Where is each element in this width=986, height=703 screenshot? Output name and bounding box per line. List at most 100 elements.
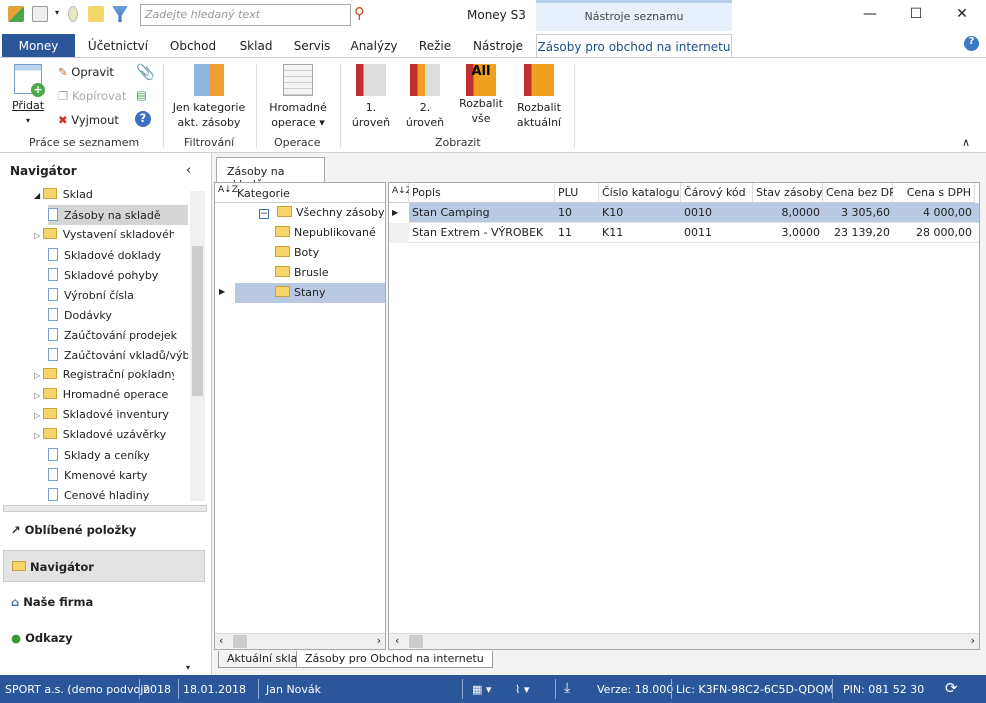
document-icon — [48, 488, 58, 501]
collapse-nav-icon[interactable]: ‹ — [186, 163, 191, 178]
tab-zasoby-na-sklade[interactable]: Zásoby na skladě — [216, 157, 325, 191]
tree-item-label: Zaúčtování prodejek — [64, 329, 178, 342]
tree-item-sklad[interactable]: ◢ Sklad — [34, 185, 174, 205]
tab-ucetnictvi[interactable]: Účetnictví — [82, 34, 154, 58]
tree-item[interactable]: Skladové doklady — [48, 245, 188, 265]
nav-odkazy[interactable]: ● Odkazy — [3, 622, 205, 654]
bulb-icon[interactable] — [68, 6, 78, 22]
tree-item[interactable]: Zásoby na skladě — [48, 205, 188, 225]
grid-hscroll[interactable]: ‹ › — [389, 633, 979, 649]
expand-icon[interactable]: ▷ — [34, 231, 43, 240]
tree-item[interactable]: ▷ Registrační pokladny — [34, 365, 174, 385]
navigator-scrollbar[interactable] — [190, 191, 205, 501]
sort-icon[interactable]: A↓Z — [218, 185, 238, 195]
tree-item[interactable]: Výrobní čísla — [48, 285, 188, 305]
category-item[interactable]: Nepublikované — [275, 223, 376, 243]
filter-icon[interactable] — [112, 6, 128, 22]
help-ribbon-icon[interactable]: ? — [135, 111, 151, 127]
tab-obchod[interactable]: Obchod — [162, 34, 224, 58]
column-header[interactable]: Cena s DPH — [893, 183, 975, 203]
table-row[interactable]: ▶ Stan Camping 10 K10 0010 8,0000 3 305,60 4 00… — [389, 203, 979, 223]
tab-analyzy[interactable]: Analýzy — [344, 34, 404, 58]
collapse-ribbon-icon[interactable]: ∧ — [962, 136, 970, 149]
label-line: akt. zásoby — [177, 116, 241, 129]
expand-icon[interactable]: ▷ — [34, 431, 43, 440]
tree-item[interactable]: ▷ Skladové uzávěrky — [34, 425, 174, 445]
maximize-button[interactable]: ☐ — [901, 6, 931, 22]
calendar-icon[interactable]: ▦ ▾ — [472, 683, 491, 696]
rss-icon[interactable]: ⌇ ▾ — [515, 683, 529, 696]
column-header[interactable]: PLU — [555, 183, 599, 203]
dropdown-icon[interactable]: ▾ — [55, 8, 59, 17]
folder-icon — [42, 428, 57, 439]
tab-servis[interactable]: Servis — [288, 34, 336, 58]
column-header[interactable]: Čárový kód — [681, 183, 753, 203]
app-logo-icon[interactable] — [8, 6, 24, 22]
nav-navigator[interactable]: Navigátor — [3, 550, 205, 582]
expand-icon[interactable]: ▷ — [34, 371, 43, 380]
document-icon — [48, 248, 58, 261]
folder-icon — [12, 561, 26, 571]
expand-icon[interactable]: ▷ — [34, 391, 43, 400]
tree-item[interactable]: ▷ Skladové inventury — [34, 405, 174, 425]
folder-icon — [42, 228, 57, 239]
tab-sklad[interactable]: Sklad — [232, 34, 280, 58]
tab-zasoby-internet-bottom[interactable]: Zásoby pro Obchod na internetu — [296, 651, 493, 668]
tree-item[interactable]: Cenové hladiny — [48, 485, 188, 505]
column-header[interactable]: Popis — [409, 183, 555, 203]
table-row[interactable]: Stan Extrem - VÝROBEK 11 K11 0011 3,0000 23 1… — [389, 223, 979, 243]
pridat-button[interactable]: + Přidat ▾ — [8, 64, 48, 128]
uroven-2-button[interactable]: 2. úroveň — [402, 64, 448, 130]
cut-icon: ✖ — [58, 113, 68, 127]
collapse-icon[interactable]: − — [259, 209, 269, 219]
column-header[interactable]: Stav zásoby — [753, 183, 823, 203]
expand-icon[interactable]: ▷ — [34, 411, 43, 420]
row-indicator[interactable] — [389, 223, 409, 243]
nav-nase-firma[interactable]: ⌂ Naše firma — [3, 586, 205, 618]
help-icon[interactable]: ? — [964, 36, 979, 51]
tab-zasoby-internet[interactable]: Zásoby pro obchod na internetu — [536, 34, 732, 58]
hromadne-operace-button[interactable]: Hromadné operace ▾ — [262, 64, 334, 130]
refresh-icon[interactable]: ⟳ — [945, 679, 958, 697]
category-item[interactable]: Stany ▶ — [219, 283, 385, 303]
nav-oblibene[interactable]: ↗ Oblíbené položky — [3, 514, 205, 546]
close-button[interactable]: ✕ — [947, 6, 977, 22]
tree-item[interactable]: Skladové pohyby — [48, 265, 188, 285]
row-indicator[interactable]: ▶ — [389, 203, 409, 223]
jen-kategorie-button[interactable]: Jen kategorie akt. zásoby — [168, 64, 250, 130]
sort-icon[interactable]: A↓Z — [389, 183, 412, 203]
attach-icon[interactable]: 📎 — [136, 63, 155, 81]
tree-item[interactable]: Sklady a ceníky — [48, 445, 188, 465]
category-item[interactable]: Boty — [275, 243, 319, 263]
search-input[interactable]: Zadejte hledaný text — [140, 4, 351, 26]
category-hscroll[interactable]: ‹ › — [215, 633, 385, 649]
category-item[interactable]: − Všechny zásoby — [259, 203, 385, 223]
column-header[interactable]: Cena bez DPH — [823, 183, 904, 203]
export-icon[interactable]: ▤ — [136, 88, 147, 102]
splitter[interactable] — [3, 505, 207, 512]
minimize-button[interactable]: — — [855, 6, 885, 22]
column-header[interactable]: Číslo katalogu — [599, 183, 681, 203]
uroven-1-button[interactable]: 1. úroveň — [348, 64, 394, 130]
list-icon[interactable] — [32, 6, 48, 22]
kopirovat-button[interactable]: ❐ Kopírovat — [58, 89, 126, 103]
tree-item[interactable]: Dodávky — [48, 305, 188, 325]
vyjmout-button[interactable]: ✖ Vyjmout — [58, 113, 119, 127]
rozbalit-vse-button[interactable]: All Rozbalit vše — [456, 64, 506, 126]
tree-item[interactable]: ▷ Vystavení skladového dok — [34, 225, 174, 245]
tab-nastroje[interactable]: Nástroje — [466, 34, 530, 58]
category-header[interactable]: Kategorie — [237, 187, 290, 200]
download-icon[interactable]: ⤓ — [564, 680, 570, 696]
opravit-button[interactable]: ✎ Opravit — [58, 65, 114, 79]
tree-item[interactable]: Zaúčtování prodejek — [48, 325, 188, 345]
tab-rezie[interactable]: Režie — [412, 34, 458, 58]
tab-money[interactable]: Money — [2, 34, 75, 58]
tree-item[interactable]: Kmenové karty — [48, 465, 188, 485]
tree-item[interactable]: Zaúčtování vkladů/výběrů — [48, 345, 188, 365]
tree-item[interactable]: ▷ Hromadné operace — [34, 385, 174, 405]
notes-icon[interactable] — [88, 6, 104, 22]
category-item[interactable]: Brusle — [275, 263, 329, 283]
rozbalit-aktualni-button[interactable]: Rozbalit aktuální — [512, 64, 566, 130]
more-icon[interactable]: ▾ — [186, 663, 190, 672]
search-icon[interactable]: ⚲ — [354, 4, 365, 22]
